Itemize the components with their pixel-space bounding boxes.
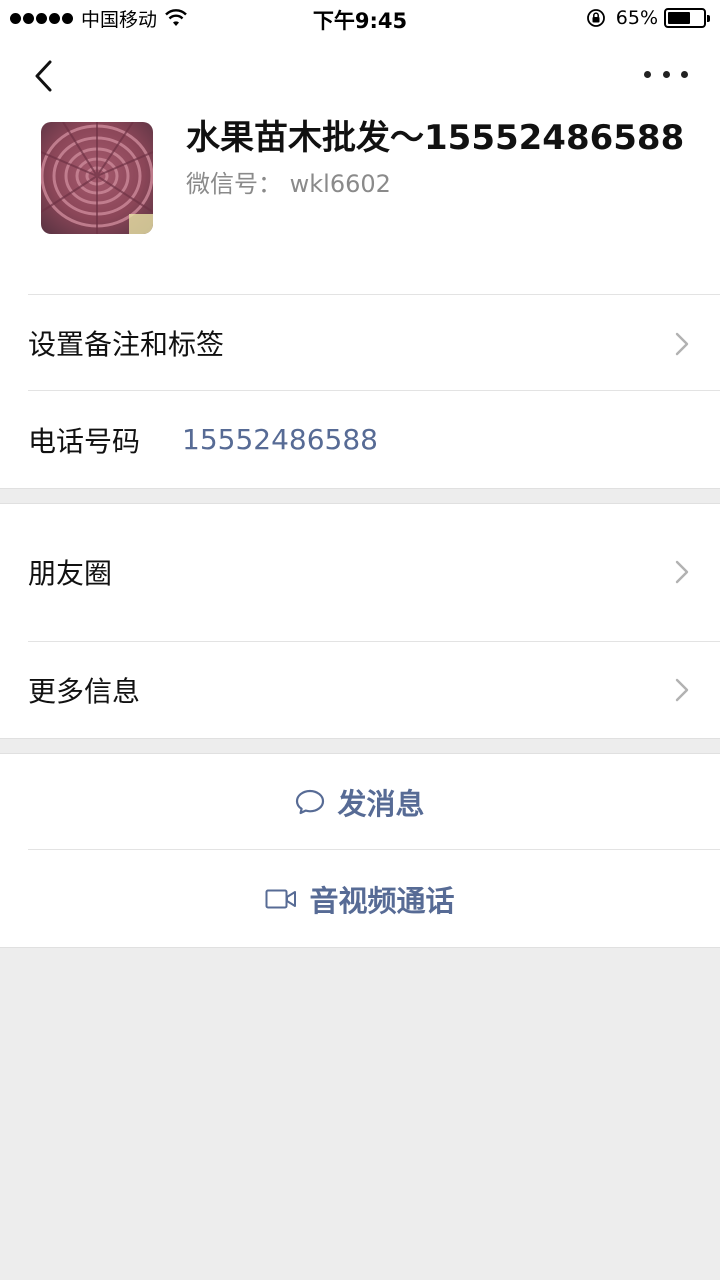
chevron-right-icon — [675, 332, 689, 356]
more-info-label: 更多信息 — [28, 675, 141, 708]
battery-fill — [668, 12, 691, 24]
battery-percent: 65% — [615, 7, 658, 29]
contact-profile-page: 中国移动 下午9:45 65% 水果苗木批发～15552486588 微信号： … — [0, 0, 720, 1280]
avatar[interactable] — [41, 122, 153, 234]
phone-label: 电话号码 — [28, 424, 141, 458]
chevron-left-icon[interactable] — [28, 56, 62, 96]
section-divider — [0, 738, 720, 739]
moments-row[interactable]: 朋友圈 — [0, 503, 720, 641]
video-call-label: 音视频通话 — [309, 884, 455, 918]
profile-header: 水果苗木批发～15552486588 微信号： wkl6602 — [0, 36, 720, 294]
more-info-row[interactable]: 更多信息 — [0, 642, 720, 738]
actions-section: 发消息 音视频通话 — [0, 753, 720, 947]
chevron-right-icon — [675, 678, 689, 702]
send-message-label: 发消息 — [337, 787, 425, 821]
phone-number-link[interactable]: 15552486588 — [182, 423, 378, 456]
profile-name: 水果苗木批发～15552486588 — [186, 118, 685, 158]
status-bar: 中国移动 下午9:45 65% — [0, 0, 720, 36]
chat-bubble-icon — [296, 789, 325, 815]
moments-label: 朋友圈 — [28, 557, 113, 590]
wechat-id: 微信号： wkl6602 — [186, 170, 391, 198]
send-message-button[interactable]: 发消息 — [0, 754, 720, 850]
chevron-right-icon — [675, 560, 689, 584]
set-remark-label: 设置备注和标签 — [28, 327, 225, 361]
rotation-lock-icon — [586, 9, 605, 27]
ellipsis-icon[interactable] — [644, 64, 688, 84]
divider — [28, 849, 720, 850]
status-right: 65% — [586, 5, 710, 31]
video-call-button[interactable]: 音视频通话 — [0, 851, 720, 947]
video-camera-icon — [265, 889, 297, 909]
battery-icon — [664, 8, 710, 28]
phone-row: 电话号码 15552486588 — [0, 391, 720, 488]
section-divider — [0, 947, 720, 948]
set-remark-row[interactable]: 设置备注和标签 — [0, 294, 720, 391]
section-divider — [0, 488, 720, 489]
social-section: 朋友圈 更多信息 — [0, 503, 720, 738]
contact-info-section: 设置备注和标签 电话号码 15552486588 — [0, 294, 720, 488]
